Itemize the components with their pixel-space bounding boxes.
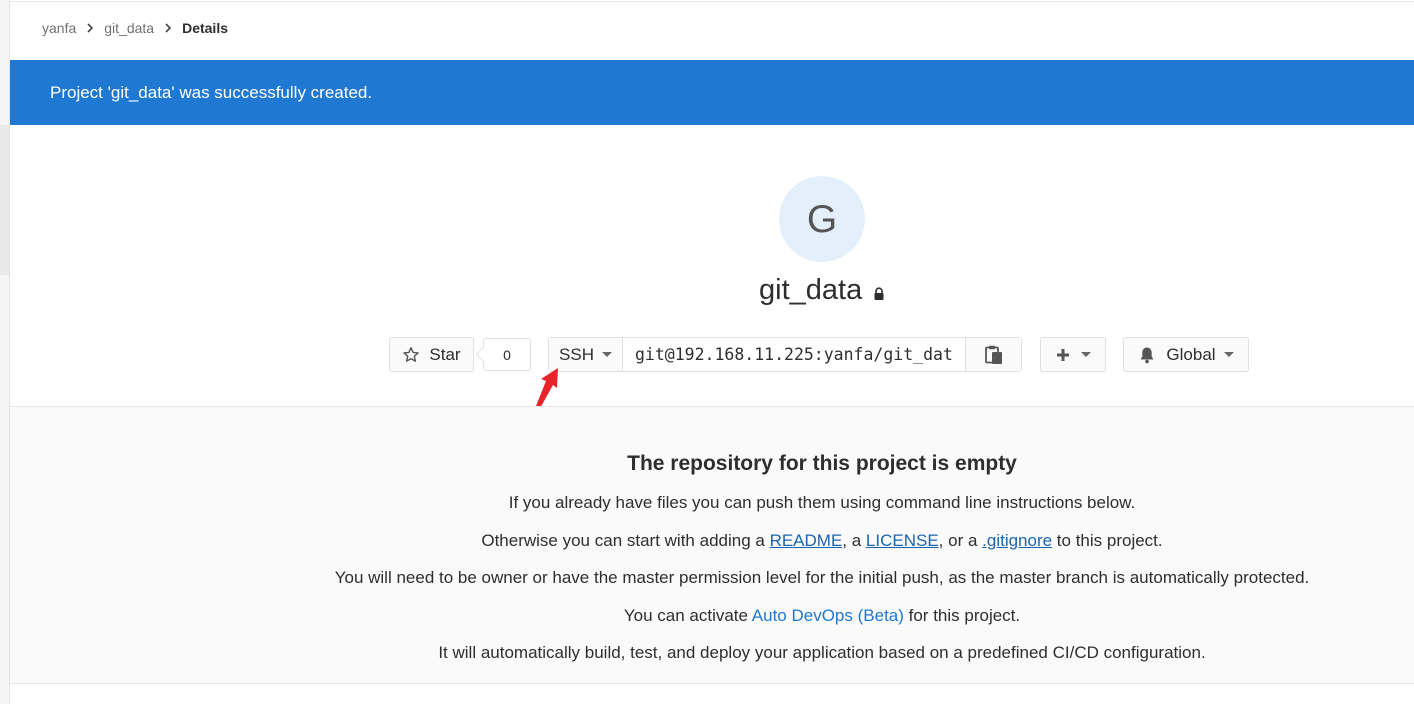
sidebar-rail — [0, 0, 10, 704]
empty-repo-line-5: It will automatically build, test, and d… — [438, 643, 1206, 662]
breadcrumb: yanfa git_data Details — [42, 20, 228, 36]
plus-icon — [1057, 348, 1069, 361]
empty-repo-line-3: You will need to be owner or have the ma… — [334, 568, 1310, 587]
main-content: yanfa git_data Details Project 'git_data… — [10, 0, 1414, 704]
chevron-right-icon — [165, 23, 172, 33]
empty-repo-line-1: If you already have files you can push t… — [508, 493, 1136, 512]
empty-repo-line-2: Otherwise you can start with adding a RE… — [10, 531, 1414, 551]
bell-icon — [1140, 347, 1154, 363]
caret-down-icon — [601, 352, 612, 357]
new-item-dropdown[interactable] — [1040, 337, 1106, 372]
license-link[interactable]: LICENSE — [866, 531, 939, 550]
breadcrumb-item-project[interactable]: git_data — [104, 20, 154, 36]
empty-repo-section: The repository for this project is empty… — [10, 406, 1414, 684]
flash-notice: Project 'git_data' was successfully crea… — [10, 60, 1414, 125]
lock-icon — [874, 287, 884, 300]
sidebar-shade — [0, 125, 9, 275]
clipboard-icon — [984, 345, 1002, 364]
star-button[interactable]: Star — [389, 337, 474, 372]
caret-down-icon — [1081, 352, 1091, 357]
line4-suffix: for this project. — [903, 606, 1021, 625]
empty-repo-line-4: You can activate Auto DevOps (Beta) for … — [10, 606, 1414, 626]
gitignore-link[interactable]: .gitignore — [982, 531, 1052, 550]
project-title: git_data — [759, 274, 885, 307]
line2-prefix: Otherwise you can start with adding a — [481, 531, 770, 550]
line2-sep-2: , or a — [938, 531, 983, 550]
star-icon — [403, 346, 420, 362]
clone-url-group: SSH — [548, 337, 1022, 372]
project-avatar: G — [779, 176, 865, 262]
breadcrumb-current[interactable]: Details — [182, 20, 228, 36]
flash-message: Project 'git_data' was successfully crea… — [50, 83, 373, 102]
caret-down-icon — [1223, 352, 1234, 357]
auto-devops-link[interactable]: Auto DevOps (Beta) — [752, 606, 904, 625]
top-divider — [10, 1, 1414, 2]
readme-link[interactable]: README — [770, 531, 843, 550]
line2-suffix: to this project. — [1052, 531, 1163, 550]
chevron-right-icon — [87, 23, 94, 33]
empty-repo-heading: The repository for this project is empty — [627, 452, 1017, 475]
notification-level-label: Global — [1166, 344, 1216, 364]
notification-level-dropdown[interactable]: Global — [1123, 337, 1249, 372]
project-name: git_data — [759, 274, 863, 306]
copy-url-button[interactable] — [965, 338, 1021, 371]
line4-prefix: You can activate — [623, 606, 752, 625]
line2-sep-1: , a — [842, 531, 866, 550]
star-label: Star — [429, 344, 461, 364]
breadcrumb-item-group[interactable]: yanfa — [42, 20, 76, 36]
clone-url-input[interactable] — [623, 338, 965, 371]
